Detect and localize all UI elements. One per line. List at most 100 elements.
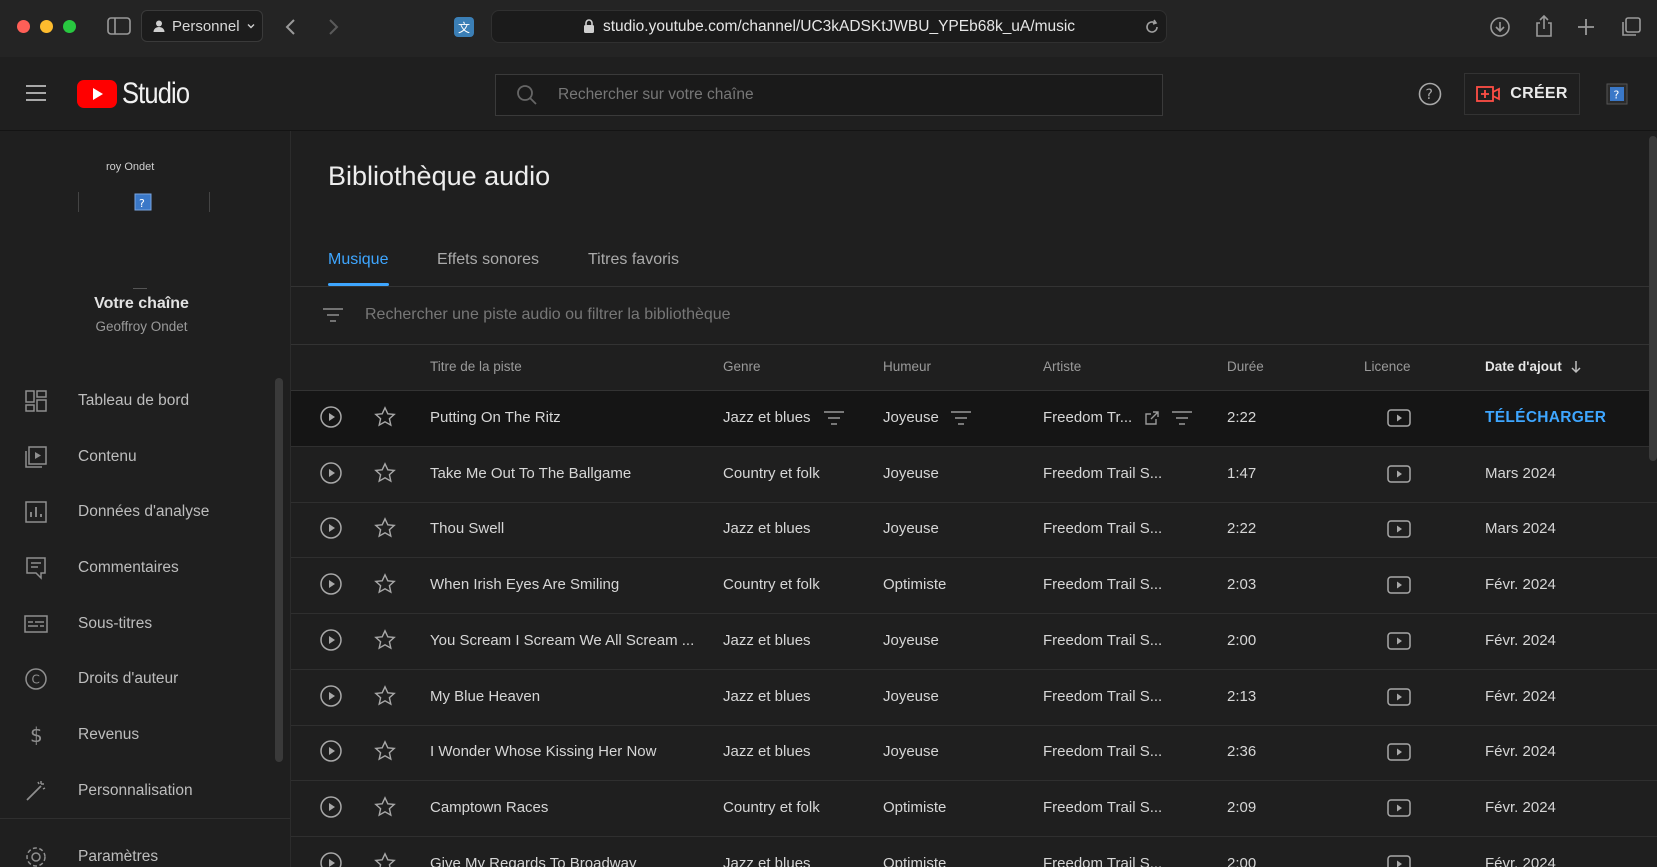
- copyright-icon: C: [24, 667, 48, 691]
- column-header-license[interactable]: Licence: [1364, 359, 1411, 374]
- star-icon[interactable]: [374, 406, 396, 428]
- back-icon[interactable]: [284, 17, 298, 37]
- sidebar-item-comments[interactable]: Commentaires: [0, 544, 270, 592]
- license-icon[interactable]: [1387, 409, 1411, 427]
- play-icon[interactable]: [320, 684, 342, 707]
- close-window-button[interactable]: [17, 20, 30, 33]
- column-header-date-added[interactable]: Date d'ajout: [1485, 359, 1582, 374]
- column-header-duration[interactable]: Durée: [1227, 359, 1264, 374]
- filter-by-mood-icon[interactable]: [950, 408, 972, 428]
- license-icon[interactable]: [1387, 854, 1411, 867]
- profile-selector[interactable]: Personnel: [141, 10, 263, 42]
- sidebar-item-label: Personnalisation: [78, 782, 193, 799]
- track-duration: 2:00: [1227, 631, 1257, 649]
- channel-search-input[interactable]: Rechercher sur votre chaîne: [495, 74, 1163, 116]
- sidebar-item-dashboard[interactable]: Tableau de bord: [0, 377, 270, 425]
- license-icon[interactable]: [1387, 743, 1411, 761]
- sidebar-item-copyright[interactable]: C Droits d'auteur: [0, 655, 270, 703]
- content-icon: [24, 445, 48, 469]
- new-tab-icon[interactable]: [1576, 17, 1596, 37]
- sidebar-item-content[interactable]: Contenu: [0, 433, 270, 481]
- share-icon[interactable]: [1534, 14, 1554, 38]
- track-genre: Jazz et blues: [723, 520, 811, 538]
- downloads-icon[interactable]: [1489, 16, 1511, 38]
- sidebar-item-analytics[interactable]: Données d'analyse: [0, 488, 270, 536]
- track-duration: 2:36: [1227, 743, 1257, 761]
- sidebar-item-revenue[interactable]: $ Revenus: [0, 711, 270, 759]
- help-icon[interactable]: ?: [1418, 82, 1442, 106]
- track-row[interactable]: I Wonder Whose Kissing Her Now Jazz et bl…: [291, 725, 1657, 782]
- tab-sound-effects[interactable]: Effets sonores: [437, 251, 539, 269]
- sidebar-item-label: Revenus: [78, 726, 140, 743]
- license-icon[interactable]: [1387, 520, 1411, 539]
- main-scrollbar[interactable]: [1649, 136, 1657, 461]
- star-icon[interactable]: [374, 851, 396, 867]
- track-row[interactable]: You Scream I Scream We All Scream ... Jaz…: [291, 614, 1657, 670]
- play-icon[interactable]: [320, 517, 342, 540]
- star-icon[interactable]: [374, 573, 396, 595]
- star-icon[interactable]: [374, 740, 396, 762]
- track-row[interactable]: Give My Regards To Broadway Jazz et blues…: [291, 837, 1657, 867]
- play-icon[interactable]: [320, 406, 342, 428]
- minimize-window-button[interactable]: [40, 20, 53, 33]
- license-icon[interactable]: [1387, 632, 1411, 650]
- star-icon[interactable]: [374, 796, 396, 818]
- track-artist: Freedom Trail S...: [1043, 798, 1163, 816]
- star-icon[interactable]: [374, 517, 396, 539]
- filter-by-genre-icon[interactable]: [823, 408, 845, 428]
- forward-icon[interactable]: [326, 17, 340, 37]
- tab-overview-icon[interactable]: [1620, 16, 1642, 38]
- library-filter-bar[interactable]: Rechercher une piste audio ou filtrer la…: [291, 287, 1657, 345]
- download-button[interactable]: TÉLÉCHARGER: [1485, 409, 1606, 427]
- sidebar-scrollbar[interactable]: [275, 378, 283, 762]
- channel-avatar-frame[interactable]: ?: [78, 192, 210, 212]
- track-mood: Optimiste: [883, 854, 947, 867]
- track-duration: 2:22: [1227, 409, 1257, 426]
- track-artist: Freedom Trail S...: [1043, 743, 1163, 761]
- column-header-mood[interactable]: Humeur: [883, 359, 931, 374]
- filter-icon[interactable]: [322, 306, 344, 324]
- sidebar-toggle-icon[interactable]: [107, 16, 131, 36]
- play-icon[interactable]: [320, 573, 342, 595]
- reload-icon[interactable]: [1143, 18, 1161, 36]
- column-header-genre[interactable]: Genre: [723, 359, 761, 374]
- track-row[interactable]: When Irish Eyes Are Smiling Country et fo…: [291, 558, 1657, 615]
- filter-by-artist-icon[interactable]: [1171, 408, 1193, 428]
- play-icon[interactable]: [320, 629, 342, 651]
- address-bar[interactable]: studio.youtube.com/channel/UC3kADSKtJWBU…: [491, 10, 1167, 43]
- track-artist: Freedom Trail S...: [1043, 854, 1163, 867]
- create-button[interactable]: CRÉER: [1464, 73, 1580, 115]
- tab-music[interactable]: Musique: [328, 251, 388, 269]
- tab-favorites[interactable]: Titres favoris: [588, 251, 679, 269]
- track-row[interactable]: My Blue Heaven Jazz et blues Joyeuse Freedo…: [291, 670, 1657, 726]
- track-row[interactable]: Putting On The Ritz Jazz et blues Joyeuse F…: [291, 391, 1657, 447]
- track-row[interactable]: Thou Swell Jazz et blues Joyeuse Freedom Tr…: [291, 502, 1657, 559]
- account-avatar[interactable]: ?: [1604, 81, 1630, 107]
- track-row[interactable]: Camptown Races Country et folk Optimiste Fr…: [291, 781, 1657, 837]
- sidebar-item-label: Données d'analyse: [78, 503, 210, 520]
- license-icon[interactable]: [1387, 687, 1411, 706]
- track-artist: Freedom Trail S...: [1043, 687, 1163, 705]
- sidebar-item-customization[interactable]: Personnalisation: [0, 767, 270, 815]
- column-header-artist[interactable]: Artiste: [1043, 359, 1081, 374]
- license-icon[interactable]: [1387, 576, 1411, 594]
- external-link-icon[interactable]: [1144, 410, 1166, 430]
- star-icon[interactable]: [374, 628, 396, 651]
- sidebar-item-subtitles[interactable]: Sous-titres: [0, 600, 270, 648]
- track-row[interactable]: Take Me Out To The Ballgame Country et fo…: [291, 447, 1657, 503]
- translate-extension-icon[interactable]: 文: [454, 17, 474, 37]
- play-icon[interactable]: [320, 461, 342, 484]
- license-icon[interactable]: [1387, 464, 1411, 483]
- zoom-window-button[interactable]: [63, 20, 76, 33]
- sidebar-item-settings[interactable]: Paramètres: [0, 833, 270, 867]
- license-icon[interactable]: [1387, 799, 1411, 817]
- play-icon[interactable]: [320, 796, 342, 818]
- play-icon[interactable]: [320, 851, 342, 867]
- play-icon[interactable]: [320, 740, 342, 762]
- column-header-title[interactable]: Titre de la piste: [430, 359, 522, 374]
- star-icon[interactable]: [374, 684, 396, 707]
- star-icon[interactable]: [374, 461, 396, 484]
- hamburger-menu-icon[interactable]: [24, 83, 48, 103]
- studio-wordmark[interactable]: Studio: [122, 77, 190, 111]
- youtube-logo-icon[interactable]: [77, 80, 117, 108]
